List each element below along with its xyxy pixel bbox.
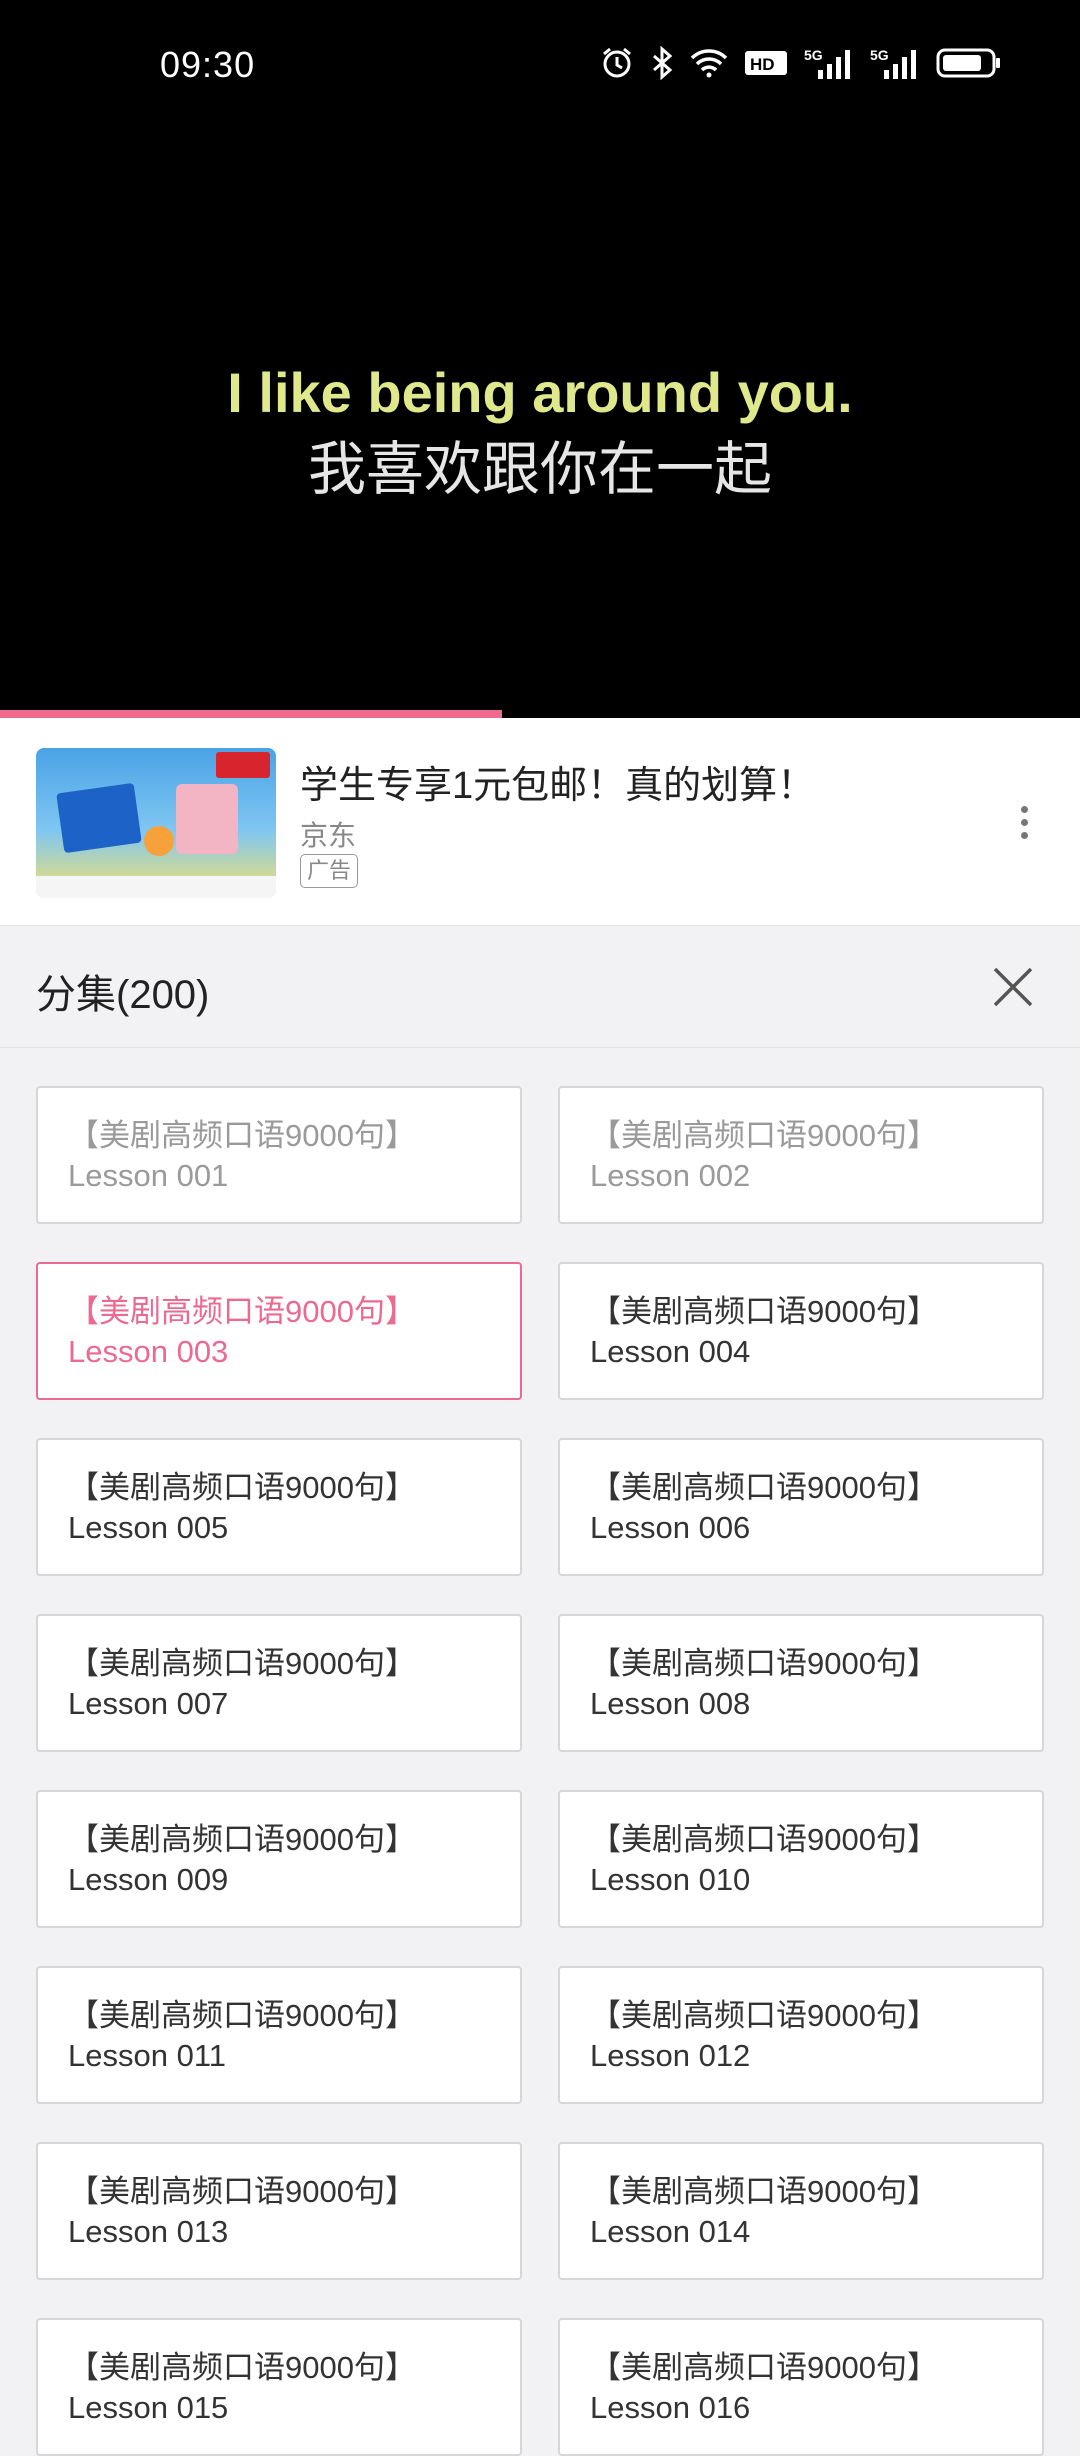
close-icon[interactable] — [990, 964, 1036, 1010]
episode-count-title: 分集(200) — [36, 973, 210, 1017]
battery-icon — [936, 47, 1002, 79]
episode-series-label: 【美剧高频口语9000句】 — [590, 1998, 938, 2033]
episode-item[interactable]: 【美剧高频口语9000句】 Lesson 010 — [558, 1790, 1044, 1928]
episode-series-label: 【美剧高频口语9000句】 — [68, 1294, 416, 1329]
episode-item[interactable]: 【美剧高频口语9000句】 Lesson 014 — [558, 2142, 1044, 2280]
status-time: 09:30 — [160, 44, 256, 85]
svg-text:5G: 5G — [804, 47, 823, 63]
playback-progress-bar[interactable] — [0, 710, 1080, 718]
5g-signal-icon: 5G — [804, 46, 854, 80]
episode-lesson-label: Lesson 010 — [590, 1862, 751, 1897]
episode-lesson-label: Lesson 004 — [590, 1334, 751, 1369]
episode-grid: 【美剧高频口语9000句】 Lesson 001 【美剧高频口语9000句】 Less… — [36, 1086, 1044, 2456]
episode-series-label: 【美剧高频口语9000句】 — [590, 1294, 938, 1329]
episode-series-label: 【美剧高频口语9000句】 — [590, 1822, 938, 1857]
episode-item[interactable]: 【美剧高频口语9000句】 Lesson 008 — [558, 1614, 1044, 1752]
episode-item[interactable]: 【美剧高频口语9000句】 Lesson 003 — [36, 1262, 522, 1400]
episode-item[interactable]: 【美剧高频口语9000句】 Lesson 013 — [36, 2142, 522, 2280]
episode-lesson-label: Lesson 005 — [68, 1510, 229, 1545]
episode-item[interactable]: 【美剧高频口语9000句】 Lesson 006 — [558, 1438, 1044, 1576]
episode-item[interactable]: 【美剧高频口语9000句】 Lesson 012 — [558, 1966, 1044, 2104]
episode-lesson-label: Lesson 012 — [590, 2038, 751, 2073]
episode-item[interactable]: 【美剧高频口语9000句】 Lesson 015 — [36, 2318, 522, 2456]
hd-icon: HD — [744, 48, 788, 78]
episode-lesson-label: Lesson 011 — [68, 2038, 226, 2073]
episode-lesson-label: Lesson 013 — [68, 2214, 229, 2249]
episode-series-label: 【美剧高频口语9000句】 — [590, 1118, 938, 1153]
episode-item[interactable]: 【美剧高频口语9000句】 Lesson 011 — [36, 1966, 522, 2104]
more-options-icon[interactable] — [1018, 806, 1030, 839]
subtitle-english: I like being around you. — [227, 361, 853, 424]
episode-lesson-label: Lesson 016 — [590, 2390, 751, 2425]
video-player[interactable]: 09:30 HD 5G 5G I like being around you. … — [0, 0, 1080, 718]
episode-item[interactable]: 【美剧高频口语9000句】 Lesson 009 — [36, 1790, 522, 1928]
episode-item[interactable]: 【美剧高频口语9000句】 Lesson 016 — [558, 2318, 1044, 2456]
episode-series-label: 【美剧高频口语9000句】 — [590, 2350, 938, 2385]
episode-series-label: 【美剧高频口语9000句】 — [68, 1470, 416, 1505]
episode-series-label: 【美剧高频口语9000句】 — [590, 2174, 938, 2209]
episode-series-label: 【美剧高频口语9000句】 — [68, 2174, 416, 2209]
episode-series-label: 【美剧高频口语9000句】 — [590, 1470, 938, 1505]
episode-series-label: 【美剧高频口语9000句】 — [68, 1998, 416, 2033]
episode-series-label: 【美剧高频口语9000句】 — [68, 1646, 416, 1681]
episode-lesson-label: Lesson 002 — [590, 1158, 751, 1193]
playback-progress-fill — [0, 710, 503, 718]
episode-item[interactable]: 【美剧高频口语9000句】 Lesson 001 — [36, 1086, 522, 1224]
ad-label-badge: 广告 — [300, 854, 359, 888]
alarm-icon — [600, 46, 634, 80]
ad-banner[interactable]: 学生专享1元包邮！真的划算！ 京东 广告 — [0, 718, 1080, 926]
episode-series-label: 【美剧高频口语9000句】 — [68, 2350, 416, 2385]
episode-lesson-label: Lesson 015 — [68, 2390, 229, 2425]
episode-series-label: 【美剧高频口语9000句】 — [68, 1118, 416, 1153]
wifi-icon — [690, 48, 728, 78]
episode-lesson-label: Lesson 009 — [68, 1862, 229, 1897]
episode-lesson-label: Lesson 001 — [68, 1158, 229, 1193]
episode-lesson-label: Lesson 003 — [68, 1334, 229, 1369]
episode-item[interactable]: 【美剧高频口语9000句】 Lesson 002 — [558, 1086, 1044, 1224]
status-icons: HD 5G 5G — [600, 46, 1002, 80]
ad-thumbnail[interactable] — [36, 748, 276, 898]
svg-text:5G: 5G — [870, 47, 889, 63]
5g-signal-icon: 5G — [870, 46, 920, 80]
episode-list-header: 分集(200) — [0, 926, 1080, 1048]
svg-text:HD: HD — [750, 55, 775, 74]
episode-lesson-label: Lesson 008 — [590, 1686, 751, 1721]
episode-series-label: 【美剧高频口语9000句】 — [590, 1646, 938, 1681]
episode-series-label: 【美剧高频口语9000句】 — [68, 1822, 416, 1857]
ad-source: 京东 — [300, 820, 357, 851]
episode-item[interactable]: 【美剧高频口语9000句】 Lesson 004 — [558, 1262, 1044, 1400]
subtitle-chinese: 我喜欢跟你在一起 — [307, 437, 772, 502]
episode-lesson-label: Lesson 007 — [68, 1686, 229, 1721]
bluetooth-icon — [650, 46, 674, 80]
episode-item[interactable]: 【美剧高频口语9000句】 Lesson 005 — [36, 1438, 522, 1576]
episode-lesson-label: Lesson 014 — [590, 2214, 751, 2249]
episode-item[interactable]: 【美剧高频口语9000句】 Lesson 007 — [36, 1614, 522, 1752]
episode-lesson-label: Lesson 006 — [590, 1510, 751, 1545]
ad-title[interactable]: 学生专享1元包邮！真的划算！ — [300, 754, 815, 809]
